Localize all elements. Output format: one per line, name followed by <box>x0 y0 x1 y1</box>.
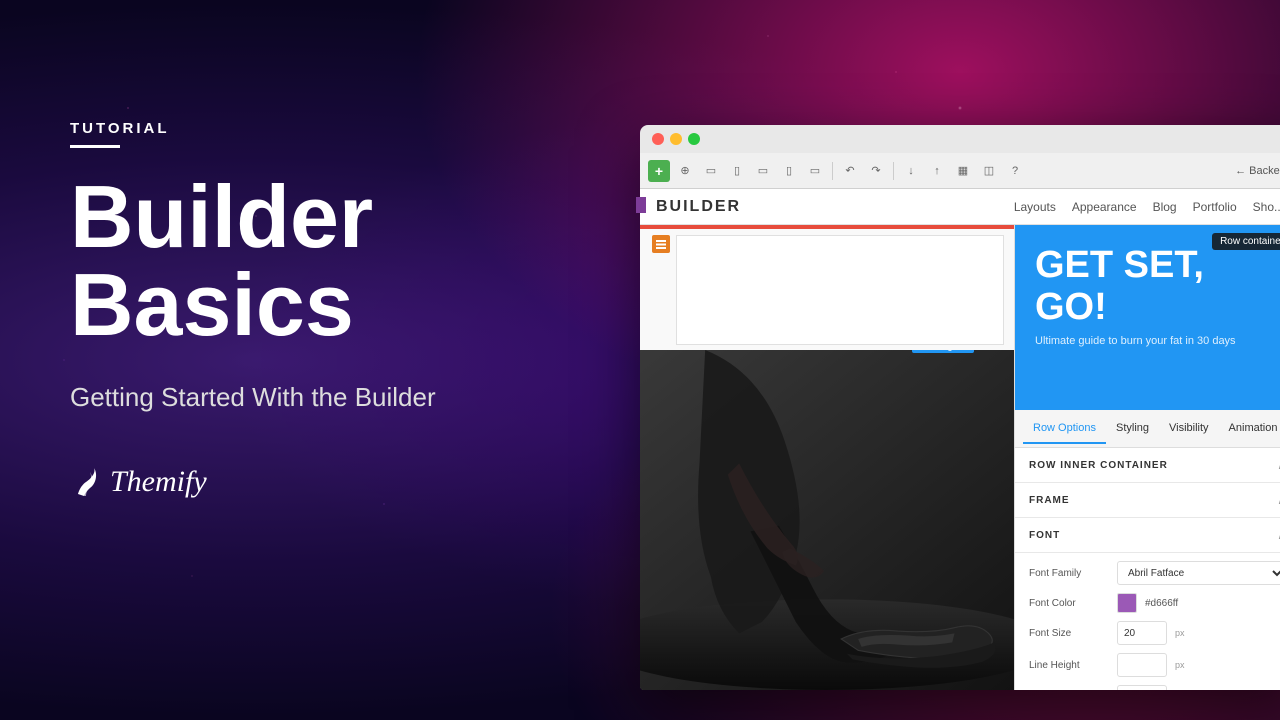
tab-animation[interactable]: Animation <box>1219 414 1280 444</box>
row-container-tooltip: Row container <box>1212 233 1280 250</box>
line-height-input[interactable] <box>1117 653 1167 677</box>
left-content: TUTORIAL Builder Basics Getting Started … <box>70 120 550 499</box>
builder-toolbar: + ⊕ ▭ ▯ ▭ ▯ ▭ ↶ ↷ ↓ ↑ ▦ ◫ ? ← Backend <box>640 153 1280 189</box>
image-badge-icon: ⬛ <box>918 350 929 351</box>
canvas-left: ⬛ Image ✎ <box>640 225 1015 690</box>
settings-body: ROW INNER CONTAINER ∧ FRAME ∧ FONT ∧ <box>1015 448 1280 690</box>
tutorial-label: TUTORIAL <box>70 120 550 137</box>
line-height-label: Line Height <box>1029 660 1109 671</box>
field-font-family: Font Family Abril Fatface <box>1029 561 1280 585</box>
hero-line2: GO! <box>1035 286 1107 328</box>
field-font-size: Font Size px <box>1029 621 1280 645</box>
site-brand: BUILDER <box>656 198 1014 216</box>
field-line-height: Line Height px <box>1029 653 1280 677</box>
themify-icon <box>70 466 102 498</box>
phone-icon[interactable]: ▯ <box>778 160 800 182</box>
section-row-inner-container[interactable]: ROW INNER CONTAINER ∧ <box>1015 448 1280 483</box>
tab-styling[interactable]: Styling <box>1106 414 1159 444</box>
help-icon[interactable]: ? <box>1004 160 1026 182</box>
font-family-select[interactable]: Abril Fatface <box>1117 561 1280 585</box>
hero-subtitle: Ultimate guide to burn your fat in 30 da… <box>1035 335 1280 347</box>
font-size-input[interactable] <box>1117 621 1167 645</box>
phone-landscape-icon[interactable]: ▭ <box>804 160 826 182</box>
desktop-icon[interactable]: ▭ <box>700 160 722 182</box>
field-letter-spacing: Letter Spacing px <box>1029 685 1280 690</box>
traffic-light-red[interactable] <box>652 133 664 145</box>
shoe-svg <box>640 350 1014 690</box>
hero-line1: GET SET, <box>1035 244 1204 286</box>
section-row-title: ROW INNER CONTAINER <box>1029 460 1168 471</box>
settings-panel: Row Options Styling Visibility Animation… <box>1015 410 1280 690</box>
tutorial-divider <box>70 145 120 148</box>
main-title: Builder Basics <box>70 173 550 349</box>
nav-blog[interactable]: Blog <box>1153 200 1177 214</box>
letter-spacing-input[interactable] <box>1117 685 1167 690</box>
section-font[interactable]: FONT ∧ <box>1015 518 1280 553</box>
section-frame-title: FRAME <box>1029 495 1070 506</box>
canvas-area: ⬛ Image ✎ GET SET, GO! Ultimate guide to… <box>640 225 1280 690</box>
title-line2: Basics <box>70 255 354 354</box>
image-badge-label: Image <box>932 350 957 351</box>
browser-titlebar <box>640 125 1280 153</box>
line-height-unit: px <box>1175 660 1185 670</box>
font-color-label: Font Color <box>1029 598 1109 609</box>
save-icon[interactable]: ↓ <box>900 160 922 182</box>
add-button[interactable]: + <box>648 160 670 182</box>
undo-icon[interactable]: ↶ <box>839 160 861 182</box>
tab-row-options[interactable]: Row Options <box>1023 414 1106 444</box>
tablet-landscape-icon[interactable]: ▭ <box>752 160 774 182</box>
font-size-label: Font Size <box>1029 628 1109 639</box>
toolbar-sep-1 <box>832 162 833 180</box>
traffic-light-green[interactable] <box>688 133 700 145</box>
section-frame[interactable]: FRAME ∧ <box>1015 483 1280 518</box>
field-font-color: Font Color #d666ff 1 <box>1029 593 1280 613</box>
image-badge-edit[interactable]: ✎ <box>960 350 968 351</box>
traffic-light-yellow[interactable] <box>670 133 682 145</box>
image-badge: ⬛ Image ✎ <box>912 350 974 353</box>
canvas-image: ⬛ Image ✎ <box>640 350 1014 690</box>
color-hex-value: #d666ff <box>1145 598 1273 609</box>
browser-window: + ⊕ ▭ ▯ ▭ ▯ ▭ ↶ ↷ ↓ ↑ ▦ ◫ ? ← Backend BU… <box>640 125 1280 690</box>
nav-shop[interactable]: Sho... <box>1253 200 1280 214</box>
site-nav: BUILDER Layouts Appearance Blog Portfoli… <box>640 189 1280 225</box>
font-size-unit: px <box>1175 628 1185 638</box>
settings-tabs: Row Options Styling Visibility Animation… <box>1015 410 1280 448</box>
color-swatch[interactable] <box>1117 593 1137 613</box>
backend-button[interactable]: ← Backend <box>1235 165 1280 177</box>
upload-icon[interactable]: ↑ <box>926 160 948 182</box>
canvas-white-box <box>676 235 1004 345</box>
redo-icon[interactable]: ↷ <box>865 160 887 182</box>
themify-logo: Themify <box>70 465 550 499</box>
shoe-placeholder: ⬛ Image ✎ <box>640 350 1014 690</box>
module-handle[interactable] <box>652 235 670 253</box>
nav-appearance[interactable]: Appearance <box>1072 200 1137 214</box>
nav-layouts[interactable]: Layouts <box>1014 200 1056 214</box>
canvas-right: GET SET, GO! Ultimate guide to burn your… <box>1015 225 1280 690</box>
toolbar-sep-2 <box>893 162 894 180</box>
title-line1: Builder <box>70 167 373 266</box>
export-icon[interactable]: ◫ <box>978 160 1000 182</box>
hero-title: GET SET, GO! <box>1035 245 1280 329</box>
purple-edge-bar <box>636 197 646 213</box>
blue-hero: GET SET, GO! Ultimate guide to burn your… <box>1015 225 1280 410</box>
layout-icon[interactable]: ▦ <box>952 160 974 182</box>
tablet-icon[interactable]: ▯ <box>726 160 748 182</box>
tab-visibility[interactable]: Visibility <box>1159 414 1219 444</box>
zoom-in-icon[interactable]: ⊕ <box>674 160 696 182</box>
font-section-content: Font Family Abril Fatface Font Color #d6… <box>1015 553 1280 690</box>
subtitle: Getting Started With the Builder <box>70 379 550 415</box>
nav-portfolio[interactable]: Portfolio <box>1193 200 1237 214</box>
font-family-label: Font Family <box>1029 568 1109 579</box>
nav-links: Layouts Appearance Blog Portfolio Sho... <box>1014 200 1280 214</box>
brand-name: Themify <box>110 465 207 499</box>
row-handle <box>640 225 1014 229</box>
section-font-title: FONT <box>1029 530 1060 541</box>
